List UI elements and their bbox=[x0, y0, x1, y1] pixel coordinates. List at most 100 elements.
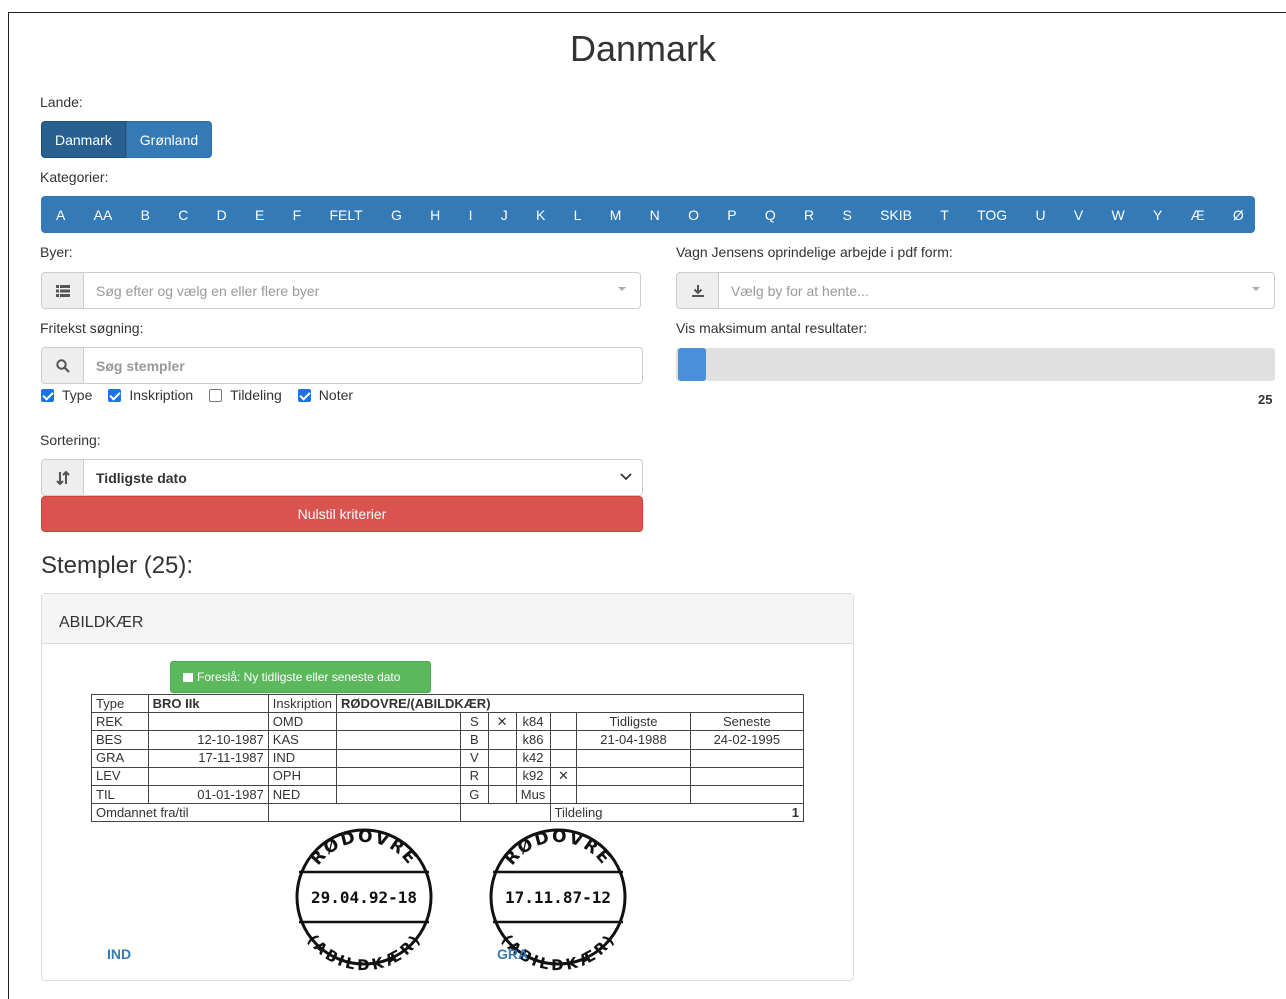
stamp-caption-link[interactable]: GRA bbox=[497, 946, 528, 962]
table-cell: BES bbox=[91, 730, 149, 750]
table-cell bbox=[487, 784, 517, 805]
category-11[interactable]: J bbox=[500, 207, 509, 223]
result-limit-slider[interactable] bbox=[676, 348, 1275, 381]
checkbox-checked-icon[interactable] bbox=[41, 388, 54, 402]
table-cell bbox=[549, 784, 578, 805]
category-4[interactable]: D bbox=[216, 207, 228, 223]
stamp-image[interactable]: RØDOVRE 29.04.92-18 (ABILDKÆR) bbox=[289, 822, 439, 974]
table-cell bbox=[487, 730, 517, 750]
vis-max-label: Vis maksimum antal resultater: bbox=[676, 320, 868, 336]
fritekst-label: Fritekst søgning: bbox=[40, 320, 144, 336]
checkbox-tildeling[interactable]: Tildeling bbox=[209, 387, 282, 403]
category-6[interactable]: F bbox=[292, 207, 303, 223]
category-25[interactable]: V bbox=[1073, 207, 1084, 223]
country-button-danmark[interactable]: Danmark bbox=[41, 121, 126, 158]
byer-label: Byer: bbox=[40, 244, 73, 260]
category-12[interactable]: K bbox=[535, 207, 546, 223]
category-5[interactable]: E bbox=[254, 207, 265, 223]
category-15[interactable]: N bbox=[649, 207, 661, 223]
table-cell bbox=[336, 712, 461, 732]
table-row: Type BRO IIk Inskription RØDOVRE/(ABILDK… bbox=[91, 693, 804, 714]
category-13[interactable]: L bbox=[573, 207, 583, 223]
slider-handle[interactable] bbox=[678, 348, 706, 381]
category-29[interactable]: Ø bbox=[1232, 207, 1245, 223]
sortering-label: Sortering: bbox=[40, 432, 101, 448]
category-26[interactable]: W bbox=[1111, 207, 1126, 223]
table-cell bbox=[689, 766, 805, 786]
table-cell bbox=[336, 748, 461, 768]
table-cell: REK bbox=[91, 712, 149, 732]
checkbox-unchecked-icon[interactable] bbox=[209, 388, 223, 402]
checkbox-label: Noter bbox=[318, 387, 354, 403]
calendar-icon bbox=[183, 673, 193, 682]
stamp-caption-link[interactable]: IND bbox=[107, 946, 131, 962]
byer-select-group: Søg efter og vælg en eller flere byer bbox=[41, 272, 641, 309]
table-cell: KAS bbox=[267, 730, 338, 750]
table-cell: 01-01-1987 bbox=[147, 784, 269, 805]
category-24[interactable]: U bbox=[1034, 207, 1046, 223]
byer-select-placeholder: Søg efter og vælg en eller flere byer bbox=[96, 282, 320, 299]
search-group: Søg stempler bbox=[41, 347, 643, 384]
checkbox-type[interactable]: Type bbox=[41, 387, 92, 403]
byer-select[interactable]: Søg efter og vælg en eller flere byer bbox=[84, 272, 641, 309]
checkbox-checked-icon[interactable] bbox=[108, 388, 122, 402]
category-bar: A AA B C D E F FELT G H I J K L M N O P Q R S SKIB T TOG U V W Y Æ Ø bbox=[41, 196, 1255, 233]
table-cell bbox=[487, 748, 517, 768]
category-3[interactable]: C bbox=[177, 207, 189, 223]
category-27[interactable]: Y bbox=[1152, 207, 1163, 223]
table-cell bbox=[487, 766, 517, 786]
checkbox-checked-icon[interactable] bbox=[297, 388, 311, 402]
category-1[interactable]: AA bbox=[93, 207, 114, 223]
search-input[interactable]: Søg stempler bbox=[84, 347, 643, 384]
table-row: TIL 01-01-1987 NED G Mus bbox=[91, 784, 805, 805]
category-2[interactable]: B bbox=[140, 207, 151, 223]
suggest-date-button[interactable]: Foreslå: Ny tidligste eller seneste dato bbox=[170, 661, 431, 693]
category-0[interactable]: A bbox=[55, 207, 66, 223]
chevron-down-icon bbox=[620, 473, 632, 481]
table-cell bbox=[549, 712, 578, 732]
category-17[interactable]: P bbox=[726, 207, 737, 223]
list-icon bbox=[41, 272, 84, 309]
checkbox-noter[interactable]: Noter bbox=[297, 387, 354, 403]
table-cell: GRA bbox=[91, 748, 149, 768]
tildeling-label: Tildeling bbox=[549, 803, 691, 823]
chevron-down-icon bbox=[618, 287, 626, 291]
category-7[interactable]: FELT bbox=[329, 207, 364, 223]
panel-title: ABILDKÆR bbox=[42, 594, 853, 644]
table-cell: S bbox=[459, 712, 489, 732]
category-8[interactable]: G bbox=[390, 207, 403, 223]
pdf-select[interactable]: Vælg by for at hente... bbox=[719, 272, 1275, 309]
search-icon bbox=[41, 347, 84, 384]
category-19[interactable]: R bbox=[803, 207, 815, 223]
category-28[interactable]: Æ bbox=[1190, 207, 1206, 223]
category-23[interactable]: TOG bbox=[976, 207, 1008, 223]
table-cell bbox=[689, 748, 805, 768]
inscription-value: RØDOVRE/(ABILDKÆR) bbox=[336, 693, 804, 714]
table-cell: Mus bbox=[515, 784, 551, 805]
postmark-drawing: RØDOVRE29.04.92-18(ABILDKÆR) bbox=[295, 827, 433, 974]
table-cell: OMD bbox=[267, 712, 338, 732]
type-label: Type bbox=[91, 693, 149, 714]
table-cell: k92 bbox=[515, 766, 551, 786]
sort-group: Tidligste dato bbox=[41, 459, 643, 496]
category-14[interactable]: M bbox=[609, 207, 623, 223]
sort-select[interactable]: Tidligste dato bbox=[84, 459, 643, 496]
reset-button[interactable]: Nulstil kriterier bbox=[41, 496, 643, 532]
category-16[interactable]: O bbox=[687, 207, 700, 223]
pdf-select-placeholder: Vælg by for at hente... bbox=[731, 282, 869, 299]
table-cell: Tidligste bbox=[576, 712, 691, 732]
country-button-gronland[interactable]: Grønland bbox=[125, 121, 213, 158]
table-cell: 12-10-1987 bbox=[147, 730, 269, 750]
category-18[interactable]: Q bbox=[764, 207, 777, 223]
checkbox-inskription[interactable]: Inskription bbox=[108, 387, 193, 403]
category-9[interactable]: H bbox=[429, 207, 441, 223]
category-21[interactable]: SKIB bbox=[879, 207, 913, 223]
type-value: BRO IIk bbox=[147, 693, 269, 714]
table-cell: 21-04-1988 bbox=[576, 730, 691, 750]
category-22[interactable]: T bbox=[939, 207, 950, 223]
table-cell: V bbox=[459, 748, 489, 768]
sort-icon bbox=[41, 459, 84, 496]
checkbox-label: Tildeling bbox=[230, 387, 282, 403]
category-20[interactable]: S bbox=[841, 207, 852, 223]
category-10[interactable]: I bbox=[468, 207, 474, 223]
